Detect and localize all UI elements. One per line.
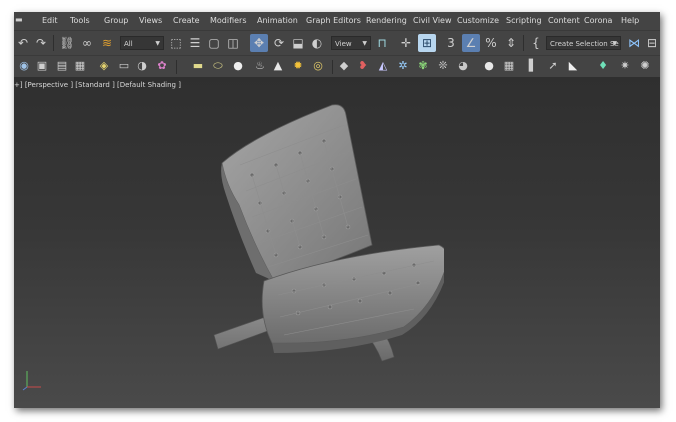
ribbon-icon[interactable]: ◑ xyxy=(134,58,150,74)
menu-create[interactable]: Create xyxy=(173,15,200,27)
spinner-snap-icon[interactable]: ⇕ xyxy=(502,34,520,52)
scatter-icon[interactable]: ✾ xyxy=(415,58,431,74)
menu-views[interactable]: Views xyxy=(139,15,162,27)
menu-group[interactable]: Group xyxy=(104,15,128,27)
viewport-icon[interactable]: ▌ xyxy=(525,58,541,74)
secondary-toolbar: ◉ ▣ ▤ ▦ ◈ ▭ ◑ ✿ ▬ ⬭ ● ♨ ▲ ✹ ◎ ◆ ❥ ◭ ✲ ✾ … xyxy=(14,55,660,78)
window-menu-icon[interactable]: ▬ xyxy=(15,15,23,24)
menu-animation[interactable]: Animation xyxy=(257,15,298,27)
chair-model[interactable] xyxy=(194,95,444,365)
keyboard-shortcut-icon[interactable]: ⊞ xyxy=(418,34,436,52)
mirror-icon[interactable]: ⋈ xyxy=(625,34,643,52)
rect-selection-icon[interactable]: ▢ xyxy=(205,34,223,52)
main-toolbar: ↶ ↷ ⛓ ∞ ≋ All ▼ ⬚ ☰ ▢ ◫ ✥ ⟳ ⬓ ◐ View ▼ ⊓ ✛… xyxy=(14,30,660,55)
cloth-icon[interactable]: ◭ xyxy=(375,58,391,74)
light-omni-icon[interactable]: ◎ xyxy=(310,58,326,74)
physics-icon[interactable]: ✲ xyxy=(395,58,411,74)
select-by-name-icon[interactable]: ☰ xyxy=(186,34,204,52)
angle-snap-icon[interactable]: ∠ xyxy=(462,34,480,52)
select-place-icon[interactable]: ◐ xyxy=(308,34,326,52)
reference-coord-dropdown[interactable]: View ▼ xyxy=(331,36,371,50)
cursor-icon[interactable]: ➚ xyxy=(545,58,561,74)
named-selection-dropdown[interactable]: Create Selection Se ▼ xyxy=(546,36,621,50)
material-editor-icon[interactable]: ◉ xyxy=(16,58,32,74)
lamp-icon[interactable]: ♦ xyxy=(595,58,611,74)
sphere-ball-icon[interactable]: ● xyxy=(481,58,497,74)
shape-cylinder-icon[interactable]: ⬭ xyxy=(210,58,226,74)
reference-coord-value: View xyxy=(335,40,352,48)
align-icon[interactable]: ⊟ xyxy=(643,34,660,52)
menu-corona[interactable]: Corona xyxy=(584,15,612,27)
chevron-down-icon: ▼ xyxy=(155,40,160,47)
shape-box-icon[interactable]: ▬ xyxy=(190,58,206,74)
select-icon[interactable]: ◣ xyxy=(565,58,581,74)
rendered-frame-icon[interactable]: ▤ xyxy=(54,58,70,74)
grid-icon[interactable]: ❊ xyxy=(435,58,451,74)
app-window: ▬ Edit Tools Group Views Create Modifier… xyxy=(14,12,660,408)
redo-icon[interactable]: ↷ xyxy=(32,34,50,52)
menu-civil-view[interactable]: Civil View xyxy=(413,15,452,27)
viewport-label[interactable]: +] [Perspective ] [Standard ] [Default S… xyxy=(14,81,181,89)
shape-cone-icon[interactable]: ▲ xyxy=(270,58,286,74)
link-icon[interactable]: ⛓ xyxy=(58,34,76,52)
select-scale-icon[interactable]: ⬓ xyxy=(289,34,307,52)
scene-explorer-icon[interactable]: ▭ xyxy=(116,58,132,74)
render-icon[interactable]: ▦ xyxy=(72,58,88,74)
menu-graph-editors[interactable]: Graph Editors xyxy=(306,15,361,27)
menu-modifiers[interactable]: Modifiers xyxy=(210,15,247,27)
hair-icon[interactable]: ❥ xyxy=(355,58,371,74)
menu-tools[interactable]: Tools xyxy=(70,15,90,27)
selection-lock-icon[interactable]: ✛ xyxy=(397,34,415,52)
select-rotate-icon[interactable]: ⟳ xyxy=(270,34,288,52)
render-setup-icon[interactable]: ▣ xyxy=(34,58,50,74)
shape-sphere-icon[interactable]: ● xyxy=(230,58,246,74)
particle-icon[interactable]: ✿ xyxy=(154,58,170,74)
percent-snap-icon[interactable]: % xyxy=(482,34,500,52)
menu-content[interactable]: Content xyxy=(548,15,580,27)
perspective-viewport[interactable]: +] [Perspective ] [Standard ] [Default S… xyxy=(14,77,660,408)
menu-bar: ▬ Edit Tools Group Views Create Modifier… xyxy=(14,12,660,30)
select-object-icon[interactable]: ⬚ xyxy=(167,34,185,52)
axis-gizmo xyxy=(22,371,41,391)
sun-icon[interactable]: ◕ xyxy=(455,58,471,74)
menu-help[interactable]: Help xyxy=(621,15,639,27)
named-selection-value: Create Selection Se xyxy=(550,40,619,48)
layer-icon[interactable]: ◈ xyxy=(96,58,112,74)
unlink-icon[interactable]: ∞ xyxy=(78,34,96,52)
menu-scripting[interactable]: Scripting xyxy=(506,15,542,27)
undo-icon[interactable]: ↶ xyxy=(14,34,32,52)
light-sun-icon[interactable]: ✹ xyxy=(290,58,306,74)
menu-edit[interactable]: Edit xyxy=(42,15,58,27)
selection-filter-dropdown[interactable]: All ▼ xyxy=(120,36,164,50)
sun-small-icon[interactable]: ✺ xyxy=(637,58,653,74)
edit-named-selection-icon[interactable]: { xyxy=(527,34,545,52)
chevron-down-icon: ▼ xyxy=(612,40,617,47)
pivot-icon[interactable]: ⊓ xyxy=(373,34,391,52)
window-crossing-icon[interactable]: ◫ xyxy=(224,34,242,52)
select-move-icon[interactable]: ✥ xyxy=(250,34,268,52)
menu-customize[interactable]: Customize xyxy=(457,15,499,27)
chevron-down-icon: ▼ xyxy=(362,40,367,47)
shape-teapot-icon[interactable]: ♨ xyxy=(252,58,268,74)
gear-icon[interactable]: ✷ xyxy=(617,58,633,74)
snaps-3d-icon[interactable]: 3 xyxy=(442,34,460,52)
selection-filter-value: All xyxy=(124,40,133,48)
menu-rendering[interactable]: Rendering xyxy=(366,15,407,27)
bind-space-warp-icon[interactable]: ≋ xyxy=(98,34,116,52)
modifier-icon[interactable]: ◆ xyxy=(336,58,352,74)
scene-grid-icon[interactable]: ▦ xyxy=(501,58,517,74)
